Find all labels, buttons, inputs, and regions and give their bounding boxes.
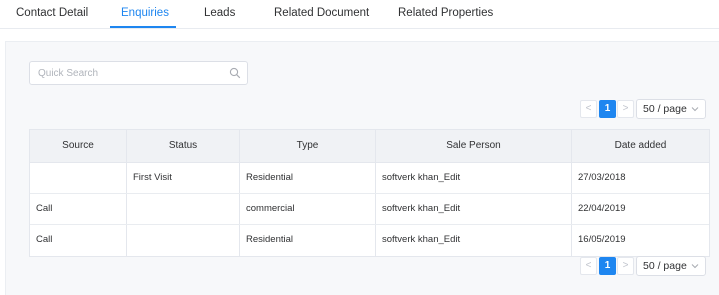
table-row[interactable]: First Visit Residential softverk khan_Ed…: [30, 163, 709, 194]
enquiries-table: Source Status Type Sale Person Date adde…: [29, 129, 710, 257]
page-number-1[interactable]: 1: [599, 257, 616, 275]
cell-status: [127, 194, 240, 224]
cell-date-added: 27/03/2018: [578, 172, 626, 183]
tab-bar: Contact Detail Enquiries Leads Related D…: [0, 0, 719, 29]
column-header-sale-person[interactable]: Sale Person: [376, 130, 572, 162]
search-icon[interactable]: [229, 67, 241, 79]
cell-sale-person: softverk khan_Edit: [376, 225, 572, 256]
cell-source: Call: [30, 194, 127, 224]
cell-type: Residential: [240, 225, 376, 256]
tab-enquiries[interactable]: Enquiries: [121, 7, 169, 19]
chevron-down-icon: [691, 264, 699, 269]
prev-page-button[interactable]: <: [580, 257, 597, 275]
search-input[interactable]: [38, 66, 228, 80]
cell-date-added: 16/05/2019: [578, 234, 626, 245]
page-size-value: 50 / page: [643, 103, 687, 115]
page-size-value: 50 / page: [643, 260, 687, 272]
pagination-top: < 1 > 50 / page: [580, 99, 710, 119]
column-header-status[interactable]: Status: [127, 130, 240, 162]
column-header-date-added[interactable]: Date added: [572, 130, 709, 162]
cell-date-added: 22/04/2019: [578, 203, 626, 214]
table-header: Source Status Type Sale Person Date adde…: [30, 130, 709, 163]
page-size-select[interactable]: 50 / page: [636, 99, 706, 119]
active-tab-indicator: [110, 26, 176, 28]
cell-type: Residential: [240, 163, 376, 193]
cell-status: [127, 225, 240, 256]
next-page-button[interactable]: >: [617, 100, 634, 118]
table-body: First Visit Residential softverk khan_Ed…: [30, 163, 709, 256]
page-number-1[interactable]: 1: [599, 100, 616, 118]
cell-type: commercial: [240, 194, 376, 224]
tab-related-document[interactable]: Related Document: [274, 7, 369, 19]
column-header-source[interactable]: Source: [30, 130, 127, 162]
tab-leads[interactable]: Leads: [204, 7, 235, 19]
tab-contact-detail[interactable]: Contact Detail: [16, 7, 88, 19]
cell-source: Call: [30, 225, 127, 256]
cell-sale-person: softverk khan_Edit: [376, 163, 572, 193]
cell-status: First Visit: [127, 163, 240, 193]
chevron-down-icon: [691, 107, 699, 112]
prev-page-button[interactable]: <: [580, 100, 597, 118]
quick-search-box[interactable]: [29, 61, 248, 85]
cell-sale-person: softverk khan_Edit: [376, 194, 572, 224]
cell-source: [30, 163, 127, 193]
pagination-bottom: < 1 > 50 / page: [580, 256, 710, 276]
next-page-button[interactable]: >: [617, 257, 634, 275]
table-row[interactable]: Call commercial softverk khan_Edit 22/04…: [30, 194, 709, 225]
page-size-select[interactable]: 50 / page: [636, 256, 706, 276]
column-header-type[interactable]: Type: [240, 130, 376, 162]
tab-related-properties[interactable]: Related Properties: [398, 7, 493, 19]
table-row[interactable]: Call Residential softverk khan_Edit 16/0…: [30, 225, 709, 256]
